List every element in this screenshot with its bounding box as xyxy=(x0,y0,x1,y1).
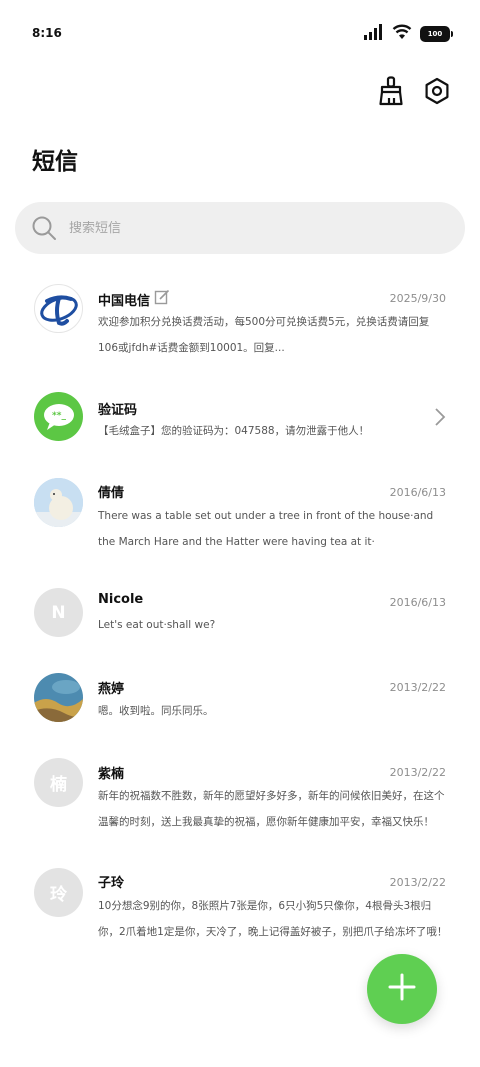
conversation-name-text: Nicole xyxy=(98,592,144,607)
letter-avatar: 楠 xyxy=(34,758,83,807)
china-telecom-logo-icon xyxy=(39,294,78,326)
top-actions xyxy=(376,76,452,110)
conversation-date: 2016/6/13 xyxy=(389,486,446,499)
settings-button[interactable] xyxy=(422,77,452,109)
conversation-item-nicole[interactable]: N Nicole 2016/6/13 Let's eat out·shall w… xyxy=(0,588,480,650)
status-bar: 8:16 100 xyxy=(0,0,480,66)
conversation-item-zinan[interactable]: 楠 紫楠 2013/2/22 新年的祝福数不胜数，新年的愿望好多好多，新年的问候… xyxy=(0,758,480,854)
search-bar[interactable] xyxy=(15,202,465,254)
conversation-item-verification[interactable]: **_ 验证码 【毛绒盒子】您的验证码为：047588，请勿泄露于他人！ xyxy=(0,392,480,464)
brush-icon xyxy=(378,76,404,110)
conversation-preview: 【毛绒盒子】您的验证码为：047588，请勿泄露于他人！ xyxy=(98,425,370,437)
conversation-preview: 新年的祝福数不胜数，新年的愿望好多好多，新年的问候依旧美好，在这个温馨的时刻，送… xyxy=(98,790,445,828)
conversation-date: 2013/2/22 xyxy=(389,681,446,694)
conversation-date: 2013/2/22 xyxy=(389,766,446,779)
clean-brush-button[interactable] xyxy=(376,76,406,110)
status-time: 8:16 xyxy=(32,26,62,40)
conversation-preview: 嗯。收到啦。同乐同乐。 xyxy=(98,705,214,717)
conversation-name-text: 紫楠 xyxy=(98,767,125,782)
page-title: 短信 xyxy=(32,149,78,175)
conversation-name: Nicole xyxy=(98,592,143,607)
conversation-name-text: 燕婷 xyxy=(98,682,125,697)
conversation-name: 倩倩 xyxy=(98,482,124,501)
conversation-date: 2016/6/13 xyxy=(389,596,446,609)
edit-icon xyxy=(154,289,170,309)
polar-bear-photo-icon xyxy=(34,478,83,527)
conversation-item-qianqian[interactable]: 倩倩 2016/6/13 There was a table set out u… xyxy=(0,478,480,574)
landscape-photo-icon xyxy=(34,673,83,722)
china-telecom-logo-avatar xyxy=(34,284,83,333)
chat-bubble-avatar: **_ xyxy=(34,392,83,441)
conversation-name: 中国电信 xyxy=(98,289,170,309)
conversation-preview: 10分想念9别的你，8张照片7张是你，6只小狗5只像你，4根骨头3根归你，2爪着… xyxy=(98,900,448,938)
signal-icon xyxy=(364,24,384,44)
wifi-icon xyxy=(392,24,412,44)
letter-avatar: N xyxy=(34,588,83,637)
conversation-name: 燕婷 xyxy=(98,678,124,697)
battery-level: 100 xyxy=(427,30,443,38)
plus-icon xyxy=(388,973,416,1005)
landscape-photo-avatar xyxy=(34,673,83,722)
conversation-preview: There was a table set out under a tree i… xyxy=(98,510,434,548)
conversation-preview: 欢迎参加积分兑换话费活动，每500分可兑换话费5元，兑换话费请回复106或jfd… xyxy=(98,316,430,354)
search-icon xyxy=(31,215,57,241)
conversation-name-text: 倩倩 xyxy=(98,486,125,501)
conversation-item-china-telecom[interactable]: 中国电信 2025/9/30 欢迎参加积分兑换话费活动，每500分可兑换话费5元… xyxy=(0,280,480,376)
conversation-preview: Let's eat out·shall we? xyxy=(98,619,216,631)
conversation-name-text: 子玲 xyxy=(98,876,125,891)
conversation-date: 2013/2/22 xyxy=(389,876,446,889)
conversation-name-text: 中国电信 xyxy=(98,293,151,309)
conversation-name: 紫楠 xyxy=(98,763,124,782)
conversation-item-yanting[interactable]: 燕婷 2013/2/22 嗯。收到啦。同乐同乐。 xyxy=(0,673,480,735)
conversation-item-ziling[interactable]: 玲 子玲 2013/2/22 10分想念9别的你，8张照片7张是你，6只小狗5只… xyxy=(0,868,480,964)
svg-text:**_: **_ xyxy=(52,411,66,421)
status-icons: 100 xyxy=(364,24,453,44)
conversation-name: 子玲 xyxy=(98,872,124,891)
battery-icon: 100 xyxy=(420,26,453,42)
conversation-date: 2025/9/30 xyxy=(389,292,446,305)
chevron-right-icon xyxy=(434,407,446,431)
chat-bubble-icon: **_ xyxy=(43,403,74,430)
conversation-name: 验证码 xyxy=(98,399,137,418)
conversation-name-text: 验证码 xyxy=(98,403,138,418)
letter-avatar: 玲 xyxy=(34,868,83,917)
polar-bear-photo-avatar xyxy=(34,478,83,527)
new-message-button[interactable] xyxy=(367,954,437,1024)
settings-icon xyxy=(423,77,451,109)
search-input[interactable] xyxy=(69,220,429,236)
